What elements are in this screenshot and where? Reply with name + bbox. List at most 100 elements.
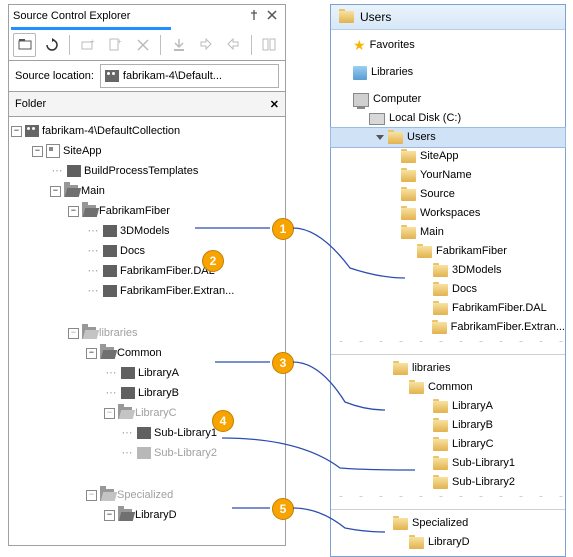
tree-libraryb[interactable]: ⋯ LibraryB — [11, 383, 283, 403]
exp-libraryb[interactable]: LibraryB — [331, 416, 565, 435]
toggle-icon[interactable]: − — [104, 408, 115, 419]
computer-icon — [353, 93, 369, 107]
tree-label: Users — [407, 128, 436, 147]
folder-column-header[interactable]: Folder ✕ — [9, 92, 285, 117]
toggle-icon[interactable]: − — [68, 206, 79, 217]
get-latest-button[interactable] — [167, 33, 190, 57]
tree-3dmodels[interactable]: ⋯ 3DModels — [11, 221, 283, 241]
chevron-down-icon[interactable] — [376, 135, 384, 140]
tree-label: FabrikamFiber.Extran... — [451, 318, 565, 337]
toggle-icon[interactable]: − — [86, 490, 97, 501]
source-control-explorer-panel: Source Control Explorer + + — [8, 4, 286, 546]
delete-button[interactable] — [131, 33, 154, 57]
tree-label: Sub-Library2 — [452, 473, 515, 492]
add-file-button[interactable]: + — [104, 33, 127, 57]
tree-main[interactable]: − Main — [11, 181, 283, 201]
exp-sublib1[interactable]: Sub-Library1 — [331, 454, 565, 473]
toggle-icon[interactable]: − — [86, 348, 97, 359]
exp-docs[interactable]: Docs — [331, 280, 565, 299]
check-in-button[interactable] — [194, 33, 217, 57]
exp-workspaces[interactable]: Workspaces — [331, 204, 565, 223]
collection-icon — [25, 125, 39, 137]
folder-open-icon — [82, 327, 96, 339]
tree-label: Libraries — [371, 63, 413, 82]
toggle-icon[interactable]: − — [11, 126, 22, 137]
tree-sublib2[interactable]: ⋯ Sub-Library2 — [11, 443, 283, 463]
pin-icon[interactable] — [245, 10, 263, 23]
tree-libraries[interactable]: − libraries — [11, 323, 283, 343]
exp-source[interactable]: Source — [331, 185, 565, 204]
exp-libraryd[interactable]: LibraryD — [331, 533, 565, 552]
exp-common[interactable]: Common — [331, 378, 565, 397]
exp-specialized[interactable]: Specialized — [331, 514, 565, 533]
exp-main[interactable]: Main — [331, 223, 565, 242]
folder-icon — [103, 265, 117, 277]
exp-extran[interactable]: FabrikamFiber.Extran... — [331, 318, 565, 337]
tree-label: 3DModels — [120, 221, 170, 241]
source-location-box[interactable]: fabrikam-4\Default... — [100, 64, 279, 88]
refresh-button[interactable] — [40, 33, 63, 57]
exp-dal[interactable]: FabrikamFiber.DAL — [331, 299, 565, 318]
tree-dal[interactable]: ⋯ FabrikamFiber.DAL — [11, 261, 283, 281]
computer-item[interactable]: Computer — [331, 90, 565, 109]
panel-titlebar: Source Control Explorer — [9, 5, 285, 27]
folder-open-icon — [118, 509, 132, 521]
tree-label: FabrikamFiber.DAL — [452, 299, 547, 318]
tree-siteapp[interactable]: − SiteApp — [11, 141, 283, 161]
toggle-icon[interactable]: − — [32, 146, 43, 157]
disk-icon — [369, 113, 385, 125]
tree-label: Main — [81, 181, 105, 201]
tree-label: FabrikamFiber.DAL — [120, 261, 215, 281]
tree-docs[interactable]: ⋯ Docs — [11, 241, 283, 261]
folder-icon — [121, 387, 135, 399]
disk-item[interactable]: Local Disk (C:) — [331, 109, 565, 128]
tree-specialized[interactable]: − Specialized — [11, 485, 283, 505]
toggle-icon[interactable]: − — [104, 510, 115, 521]
exp-sublib2[interactable]: Sub-Library2 — [331, 473, 565, 492]
close-header-icon[interactable]: ✕ — [270, 98, 279, 111]
source-location-value: fabrikam-4\Default... — [123, 70, 222, 82]
folder-open-icon — [100, 347, 114, 359]
folder-tree: − fabrikam-4\DefaultCollection − SiteApp… — [9, 117, 285, 529]
tree-build[interactable]: ⋯ BuildProcessTemplates — [11, 161, 283, 181]
exp-yourname[interactable]: YourName — [331, 166, 565, 185]
tree-label: Common — [117, 343, 162, 363]
exp-libraries[interactable]: libraries — [331, 359, 565, 378]
exp-libraryc[interactable]: LibraryC — [331, 435, 565, 454]
tree-label: Workspaces — [420, 204, 480, 223]
exp-siteapp[interactable]: SiteApp — [331, 147, 565, 166]
tree-common[interactable]: − Common — [11, 343, 283, 363]
checkout-button[interactable] — [222, 33, 245, 57]
add-folder-button[interactable]: + — [76, 33, 99, 57]
tree-label: Common — [428, 378, 473, 397]
users-item[interactable]: Users — [330, 127, 566, 148]
libraries-item[interactable]: Libraries — [331, 63, 565, 82]
tree-extran[interactable]: ⋯ FabrikamFiber.Extran... — [11, 281, 283, 301]
tree-librarya[interactable]: ⋯ LibraryA — [11, 363, 283, 383]
tree-libraryc[interactable]: − LibraryC — [11, 403, 283, 423]
callout-1: 1 — [272, 218, 294, 240]
exp-fabrikamfiber[interactable]: FabrikamFiber — [331, 242, 565, 261]
toggle-icon[interactable]: − — [68, 328, 79, 339]
exp-librarya[interactable]: LibraryA — [331, 397, 565, 416]
workspace-dropdown-button[interactable] — [13, 33, 36, 57]
folder-icon — [393, 518, 408, 530]
tree-libraryd[interactable]: − LibraryD — [11, 505, 283, 525]
tree-fabrikamfiber[interactable]: − FabrikamFiber — [11, 201, 283, 221]
folder-icon — [103, 245, 117, 257]
tree-label: Docs — [120, 241, 145, 261]
tree-sublib1[interactable]: ⋯ Sub-Library1 — [11, 423, 283, 443]
toggle-icon[interactable]: − — [50, 186, 61, 197]
folder-icon — [339, 11, 354, 23]
favorites-item[interactable]: ★Favorites — [331, 36, 565, 55]
tree-label: Local Disk (C:) — [389, 109, 461, 128]
exp-3dmodels[interactable]: 3DModels — [331, 261, 565, 280]
close-icon[interactable] — [263, 10, 281, 23]
collection-icon — [105, 70, 119, 82]
folder-open-icon — [100, 489, 114, 501]
folder-open-icon — [64, 185, 78, 197]
compare-button[interactable] — [258, 33, 281, 57]
tree-root[interactable]: − fabrikam-4\DefaultCollection — [11, 121, 283, 141]
tree-label: 3DModels — [452, 261, 502, 280]
folder-icon — [433, 439, 448, 451]
